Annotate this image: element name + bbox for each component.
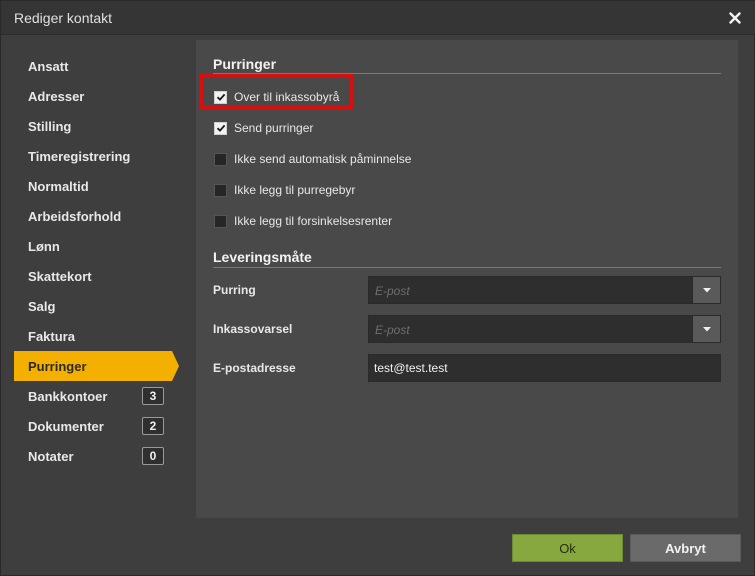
sidebar-item-label: Salg — [28, 298, 56, 314]
sidebar-item-dokumenter[interactable]: Dokumenter 2 — [14, 411, 189, 441]
email-field[interactable] — [368, 354, 721, 382]
checkmark-icon — [216, 124, 225, 132]
leveringsmate-section-title: Leveringsmåte — [213, 249, 312, 265]
sidebar-item-adresser[interactable]: Adresser — [14, 81, 189, 111]
sidebar-item-bankkontoer[interactable]: Bankkontoer 3 — [14, 381, 189, 411]
count-badge: 2 — [142, 417, 164, 435]
sidebar-item-label: Arbeidsforhold — [28, 208, 122, 224]
checkbox-box[interactable] — [214, 183, 227, 197]
sidebar-item-label: Normaltid — [28, 178, 89, 194]
sidebar-item-label: Faktura — [28, 328, 75, 344]
purring-select[interactable]: E-post — [368, 276, 721, 304]
dialog-title: Rediger kontakt — [14, 10, 113, 26]
inkassovarsel-select[interactable]: E-post — [368, 315, 721, 343]
section-divider — [213, 267, 721, 268]
select-toggle-button[interactable] — [692, 316, 720, 342]
sidebar-item-label: Timeregistrering — [28, 148, 131, 164]
checkbox-box[interactable] — [214, 121, 227, 135]
checkbox-box[interactable] — [214, 90, 227, 104]
count-badge: 3 — [142, 387, 164, 405]
sidebar-item-skattekort[interactable]: Skattekort — [14, 261, 189, 291]
checkbox-label: Ikke send automatisk påminnelse — [234, 152, 412, 166]
checkbox-ikke-purregebyr[interactable]: Ikke legg til purregebyr — [214, 182, 355, 198]
sidebar-item-label: Skattekort — [28, 268, 92, 284]
checkbox-over-til-inkassobyra[interactable]: Over til inkassobyrå — [214, 89, 339, 105]
checkbox-label: Over til inkassobyrå — [234, 90, 340, 104]
sidebar-item-stilling[interactable]: Stilling — [14, 111, 189, 141]
count-badge: 0 — [142, 447, 164, 465]
sidebar-item-purringer[interactable]: Purringer — [14, 351, 179, 381]
inkassovarsel-label: Inkassovarsel — [213, 322, 293, 336]
select-value: E-post — [375, 284, 410, 298]
sidebar-item-notater[interactable]: Notater 0 — [14, 441, 189, 471]
sidebar-nav: Ansatt Adresser Stilling Timeregistrerin… — [14, 51, 189, 471]
purring-label: Purring — [213, 283, 256, 297]
checkbox-ikke-send-paminnelse[interactable]: Ikke send automatisk påminnelse — [214, 151, 411, 167]
cancel-button[interactable]: Avbryt — [630, 534, 741, 562]
edit-contact-dialog: Rediger kontakt Ansatt Adresser Stilling… — [0, 0, 755, 576]
sidebar-item-normaltid[interactable]: Normaltid — [14, 171, 189, 201]
close-button[interactable] — [724, 7, 746, 29]
checkmark-icon — [216, 93, 225, 101]
checkbox-box[interactable] — [214, 214, 227, 228]
sidebar-item-lonn[interactable]: Lønn — [14, 231, 189, 261]
sidebar-item-timeregistrering[interactable]: Timeregistrering — [14, 141, 189, 171]
sidebar-item-salg[interactable]: Salg — [14, 291, 189, 321]
sidebar-item-label: Stilling — [28, 118, 72, 134]
chevron-down-icon — [702, 287, 711, 292]
checkbox-label: Ikke legg til forsinkelsesrenter — [234, 214, 393, 228]
checkbox-send-purringer[interactable]: Send purringer — [214, 120, 313, 136]
checkbox-ikke-forsinkelsesrenter[interactable]: Ikke legg til forsinkelsesrenter — [214, 213, 392, 229]
content-panel: Purringer Over til inkassobyrå Send purr… — [196, 40, 738, 518]
purringer-section-title: Purringer — [213, 56, 277, 72]
sidebar-item-label: Purringer — [28, 358, 87, 374]
checkbox-label: Send purringer — [234, 121, 314, 135]
dialog-titlebar: Rediger kontakt — [1, 1, 755, 35]
select-toggle-button[interactable] — [692, 277, 720, 303]
ok-button[interactable]: Ok — [512, 534, 623, 562]
epostadresse-label: E-postadresse — [213, 361, 296, 375]
sidebar-item-label: Notater — [28, 448, 74, 464]
sidebar-item-ansatt[interactable]: Ansatt — [14, 51, 189, 81]
sidebar-item-label: Bankkontoer — [28, 388, 108, 404]
sidebar-item-label: Lønn — [28, 238, 60, 254]
sidebar-item-label: Ansatt — [28, 58, 69, 74]
close-icon — [729, 12, 741, 24]
checkbox-label: Ikke legg til purregebyr — [234, 183, 356, 197]
checkbox-box[interactable] — [214, 152, 227, 166]
sidebar-item-faktura[interactable]: Faktura — [14, 321, 189, 351]
sidebar-item-arbeidsforhold[interactable]: Arbeidsforhold — [14, 201, 189, 231]
sidebar-item-label: Adresser — [28, 88, 85, 104]
chevron-down-icon — [702, 326, 711, 331]
select-value: E-post — [375, 323, 410, 337]
sidebar-item-label: Dokumenter — [28, 418, 104, 434]
